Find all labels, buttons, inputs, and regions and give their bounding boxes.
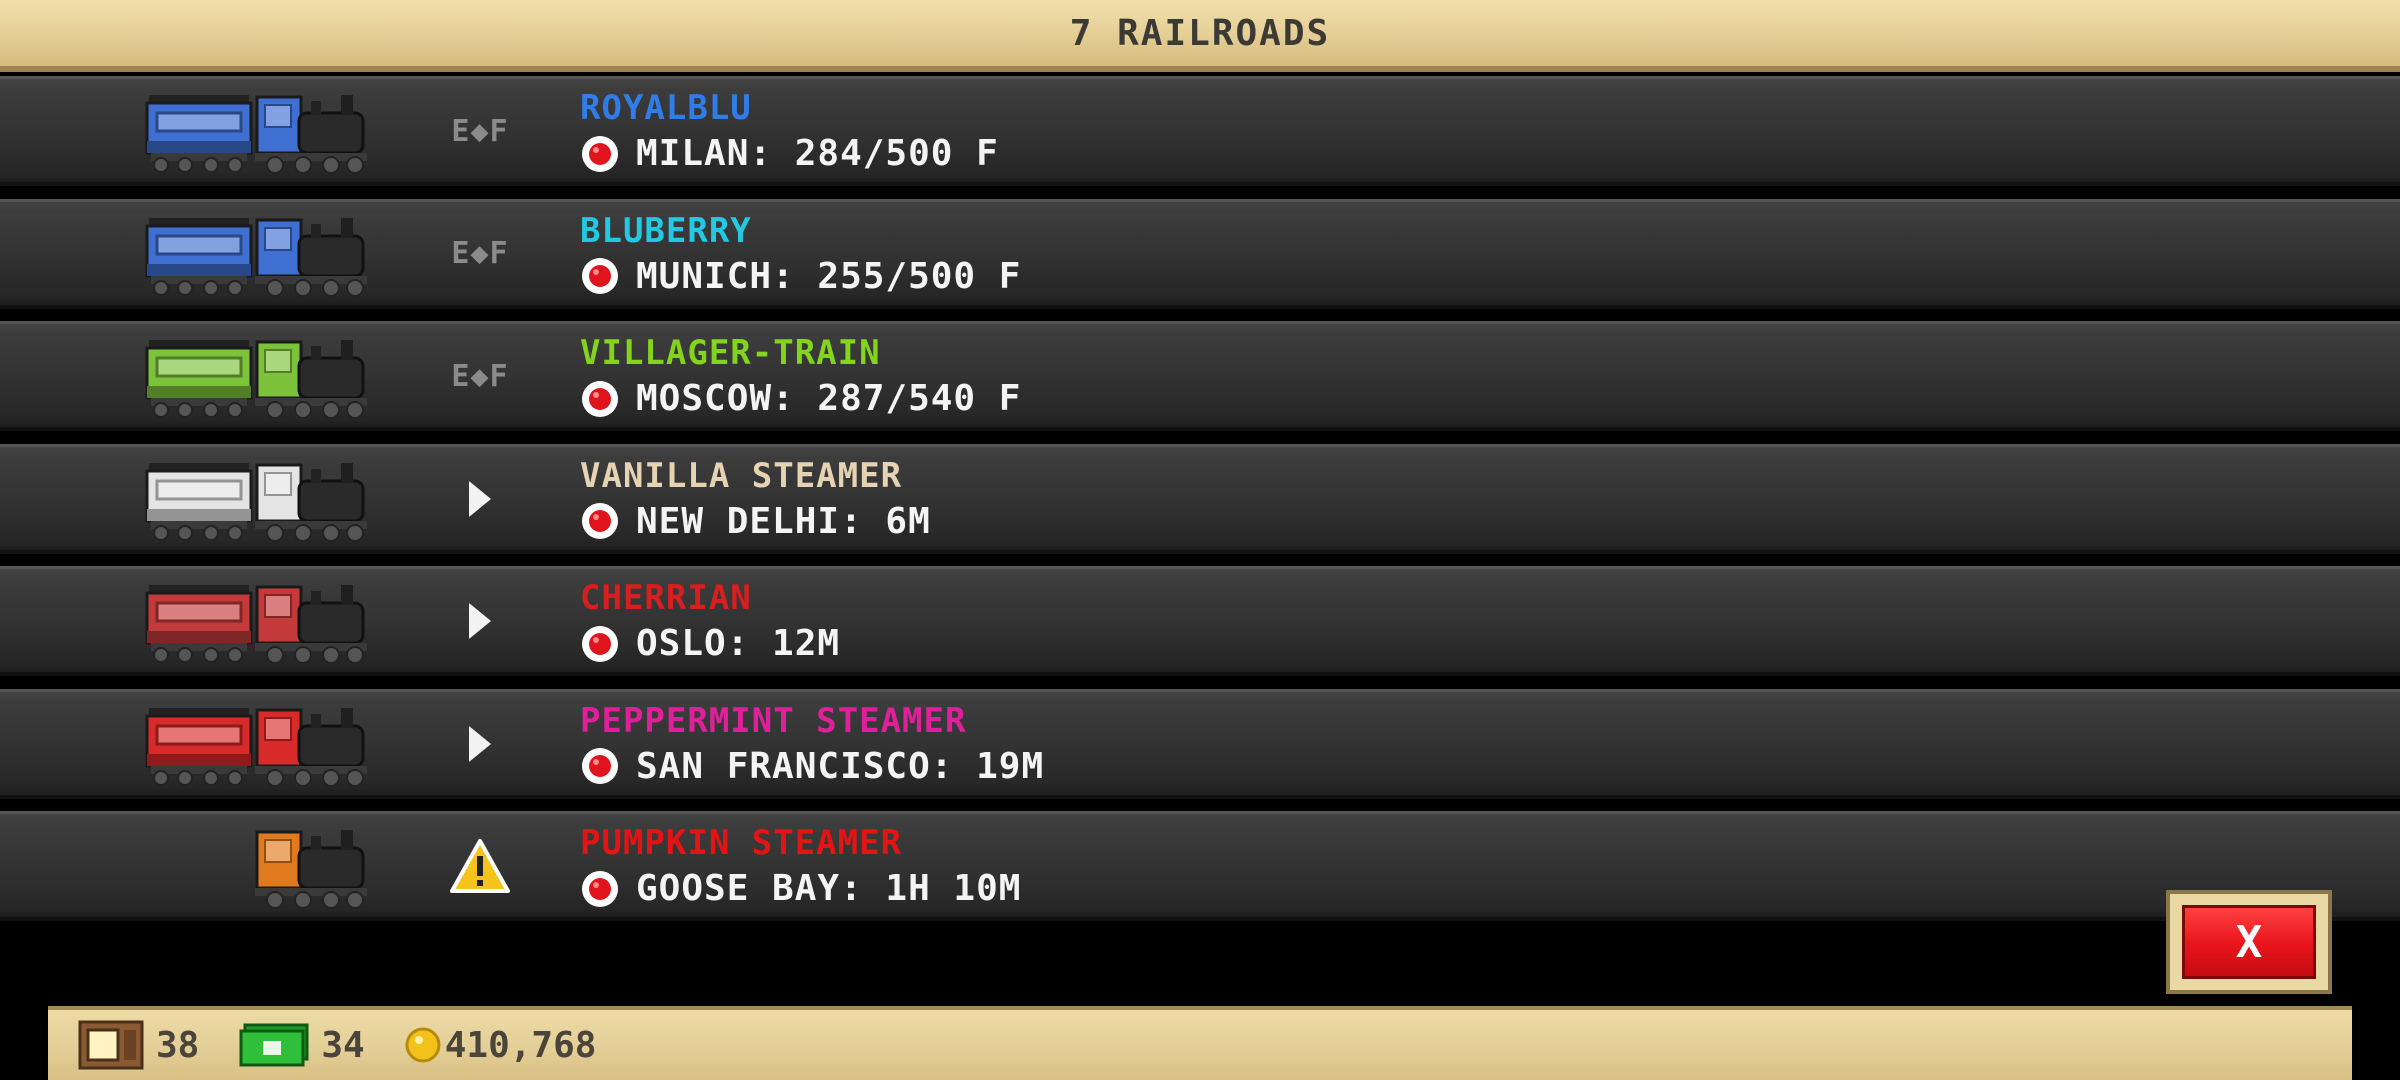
destination-text: GOOSE BAY: 1H 10M <box>636 868 1022 909</box>
train-icon <box>145 334 375 424</box>
train-icon <box>145 579 375 669</box>
railroad-row[interactable]: E◆F BLUBERRY MUNICH: 255/500 F <box>0 198 2400 309</box>
railroad-row[interactable]: CHERRIAN OSLO: 12M <box>0 566 2400 676</box>
destination-text: OSLO: 12M <box>636 623 841 664</box>
close-button[interactable]: X <box>2166 890 2332 994</box>
railroad-info: VANILLA STEAMER NEW DELHI: 6M <box>580 455 931 542</box>
destination-pin-icon <box>580 379 620 419</box>
destination: NEW DELHI: 6M <box>580 501 931 542</box>
fuel-indicator-label: E◆F <box>451 358 509 394</box>
train-icon <box>145 702 375 792</box>
warning-icon[interactable] <box>440 836 520 896</box>
destination-text: NEW DELHI: 6M <box>636 500 931 542</box>
destination-text: MOSCOW: 287/540 F <box>636 378 1022 419</box>
play-triangle <box>469 603 491 639</box>
railroad-row[interactable]: VANILLA STEAMER NEW DELHI: 6M <box>0 443 2400 554</box>
railroad-info: PEPPERMINT STEAMER SAN FRANCISCO: 19M <box>580 700 1044 787</box>
destination-text: SAN FRANCISCO: 19M <box>636 745 1045 787</box>
play-icon[interactable] <box>440 469 520 529</box>
play-triangle <box>469 480 491 517</box>
train-icon <box>145 89 375 179</box>
destination: OSLO: 12M <box>580 623 840 664</box>
train-icon <box>145 457 375 547</box>
fuel-indicator-icon[interactable]: E◆F <box>440 101 520 161</box>
train-icon <box>145 824 375 914</box>
train-name: ROYALBLU <box>580 88 752 128</box>
fuel-indicator-label: E◆F <box>451 236 509 271</box>
destination-pin-icon <box>580 501 620 541</box>
train-name: BLUBERRY <box>580 210 752 251</box>
cash-icon <box>239 1023 309 1067</box>
coins-stat: 410,768 <box>405 1024 597 1066</box>
destination-text: MILAN: 284/500 F <box>636 133 999 174</box>
destination-pin-icon <box>580 746 620 786</box>
railroad-row[interactable]: E◆F ROYALBLU MILAN: 284/500 F <box>0 76 2400 186</box>
railroad-info: BLUBERRY MUNICH: 255/500 F <box>580 210 1021 297</box>
destination: MUNICH: 255/500 F <box>580 256 1021 297</box>
cash-stat: 34 <box>239 1023 365 1067</box>
page-title: 7 RAILROADS <box>1069 12 1331 54</box>
cars-stat: 38 <box>78 1020 199 1070</box>
play-icon[interactable] <box>440 714 520 774</box>
play-triangle <box>469 725 491 762</box>
coins-count: 410,768 <box>444 1024 597 1066</box>
railroad-info: PUMPKIN STEAMER GOOSE BAY: 1H 10M <box>580 822 1021 909</box>
destination-pin-icon <box>580 869 620 909</box>
fuel-indicator-icon[interactable]: E◆F <box>440 224 520 284</box>
train-name: CHERRIAN <box>580 578 752 618</box>
destination-pin-icon <box>580 256 620 296</box>
cash-count: 34 <box>321 1024 365 1066</box>
play-icon[interactable] <box>440 591 520 651</box>
cars-count: 38 <box>156 1024 200 1066</box>
destination-pin-icon <box>580 624 620 664</box>
railroad-row[interactable]: E◆F VILLAGER-TRAIN MOSCOW: 287/540 F <box>0 321 2400 431</box>
train-name: VILLAGER-TRAIN <box>580 333 881 373</box>
train-name: PEPPERMINT STEAMER <box>580 700 967 741</box>
destination-text: MUNICH: 255/500 F <box>636 255 1022 297</box>
destination: MILAN: 284/500 F <box>580 133 999 174</box>
train-name: VANILLA STEAMER <box>580 455 903 496</box>
close-icon: X <box>2235 916 2263 968</box>
train-name: PUMPKIN STEAMER <box>580 823 903 863</box>
railroad-list: E◆F ROYALBLU MILAN: 284/500 F E◆F BLUBERRY MU… <box>0 76 2400 934</box>
railroad-row[interactable]: PEPPERMINT STEAMER SAN FRANCISCO: 19M <box>0 688 2400 799</box>
fuel-indicator-icon[interactable]: E◆F <box>440 346 520 406</box>
railroad-info: VILLAGER-TRAIN MOSCOW: 287/540 F <box>580 332 1021 419</box>
fuel-indicator-label: E◆F <box>451 113 509 149</box>
destination: GOOSE BAY: 1H 10M <box>580 868 1021 909</box>
resource-bar: 38 34 410,768 <box>48 1006 2352 1080</box>
destination: MOSCOW: 287/540 F <box>580 378 1021 419</box>
close-button-face[interactable]: X <box>2182 905 2316 979</box>
destination-pin-icon <box>580 134 620 174</box>
railroads-header: 7 RAILROADS <box>0 0 2400 72</box>
railroad-info: CHERRIAN OSLO: 12M <box>580 577 840 664</box>
train-car-icon <box>78 1020 144 1070</box>
railroad-info: ROYALBLU MILAN: 284/500 F <box>580 87 999 174</box>
train-icon <box>145 212 375 302</box>
railroad-row[interactable]: PUMPKIN STEAMER GOOSE BAY: 1H 10M <box>0 811 2400 921</box>
destination: SAN FRANCISCO: 19M <box>580 746 1044 787</box>
coin-icon <box>405 1027 441 1063</box>
